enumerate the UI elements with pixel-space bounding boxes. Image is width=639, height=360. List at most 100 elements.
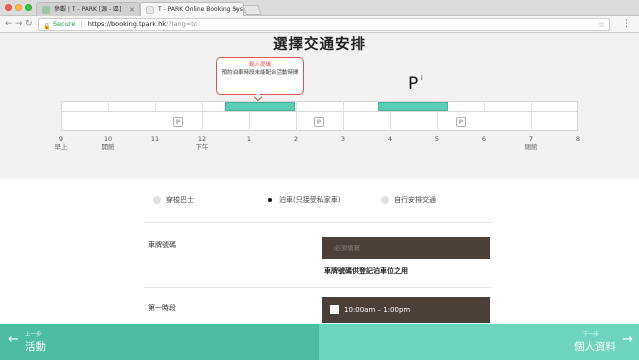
parking-slot-icon[interactable]: P xyxy=(314,117,324,127)
prev-step-button[interactable]: ← 上一步 活動 xyxy=(0,324,319,360)
plate-note: 車牌號碼供登記泊車位之用 xyxy=(324,267,408,275)
transport-header: 選擇交通安排 輸入提議 預約泊車時段未能配合活動時間 P i P P P 9 早上… xyxy=(0,33,639,179)
timeline-tooltip: 輸入提議 預約泊車時段未能配合活動時間 xyxy=(216,57,304,95)
tab-close-icon[interactable]: ✕ xyxy=(233,3,239,16)
timeline-divider xyxy=(155,101,156,112)
tooltip-title: 輸入提議 xyxy=(248,62,271,68)
tick-sub-label: 下午 xyxy=(195,143,209,151)
timeline-tick: 12 下午 xyxy=(187,135,217,151)
timeline-divider xyxy=(296,101,297,131)
page-title: 選擇交通安排 xyxy=(273,37,366,53)
tick-label: 12 xyxy=(197,135,207,143)
plate-number-input[interactable]: 必須填寫 xyxy=(322,237,490,259)
tab-close-icon[interactable]: ✕ xyxy=(129,3,135,16)
prev-step-hint: 上一步 xyxy=(25,332,42,338)
tick-sub-label: 閉館 xyxy=(524,143,538,151)
tick-label: 1 xyxy=(246,135,252,143)
tooltip-body: 預約泊車時段未能配合活動時間 xyxy=(221,69,299,76)
tick-label: 6 xyxy=(481,135,487,143)
tick-label: 10 xyxy=(103,135,113,143)
timeline-tick: 7 閉館 xyxy=(516,135,546,151)
next-step-button[interactable]: 下一步 個人資料 → xyxy=(319,324,639,360)
url-query: /?lang=tc xyxy=(166,20,198,28)
tick-label: 11 xyxy=(150,135,160,143)
timeline-divider xyxy=(108,101,109,112)
browser-tab-1[interactable]: 參觀 | T - PARK [源 - 區] ✕ xyxy=(36,2,140,16)
forward-arrow-icon[interactable]: → xyxy=(15,18,23,30)
minimize-window-icon[interactable] xyxy=(15,4,22,11)
radio-shuttle-bus[interactable]: 穿梭巴士 xyxy=(153,195,194,205)
timeline-divider xyxy=(343,101,344,131)
radio-label: 自行安排交通 xyxy=(394,196,436,204)
timeline-tick: 3 xyxy=(328,135,358,143)
next-step-hint: 下一步 xyxy=(582,332,599,338)
close-window-icon[interactable] xyxy=(5,4,12,11)
radio-self-arranged[interactable]: 自行安排交通 xyxy=(381,195,436,205)
time-slot-option[interactable]: 10:00am – 1:00pm xyxy=(322,297,490,323)
arrow-left-icon: ← xyxy=(8,332,19,347)
slot-label: 第一時段 xyxy=(148,304,176,312)
timeline-tick: 9 早上 xyxy=(46,135,76,151)
tick-label: 3 xyxy=(340,135,346,143)
browser-menu-icon[interactable]: ⋮ xyxy=(622,18,631,30)
next-step-label: 個人資料 xyxy=(574,341,616,353)
radio-dot-selected[interactable] xyxy=(266,196,274,204)
form-divider xyxy=(144,222,492,223)
url-host: https://booking.tpark.hk xyxy=(87,20,167,28)
parking-time-segment[interactable] xyxy=(378,102,448,111)
timeline-divider xyxy=(531,101,532,131)
parking-indicator-sup: i xyxy=(421,75,423,82)
browser-tab-bar: 參觀 | T - PARK [源 - 區] ✕ T - PARK Online … xyxy=(0,0,639,16)
page-favicon-icon xyxy=(146,6,154,14)
radio-dot[interactable] xyxy=(381,196,389,204)
slot-checkbox[interactable] xyxy=(330,305,339,314)
slot-value: 10:00am – 1:00pm xyxy=(344,306,411,314)
radio-parking[interactable]: 泊車(只接受私家車) xyxy=(266,195,340,205)
browser-address-bar: ← → ↻ 🔒 Secure | https://booking.tpark.h… xyxy=(0,16,639,33)
tick-label: 8 xyxy=(575,135,581,143)
arrow-right-icon: → xyxy=(622,332,633,347)
timeline-tick: 10 開館 xyxy=(93,135,123,151)
url-field[interactable]: 🔒 Secure | https://booking.tpark.hk/?lan… xyxy=(38,18,610,31)
lock-icon: 🔒 xyxy=(43,23,51,30)
back-arrow-icon[interactable]: ← xyxy=(5,18,13,30)
new-tab-button[interactable] xyxy=(242,5,262,15)
timeline-divider xyxy=(484,101,485,112)
secure-label: Secure xyxy=(53,20,76,28)
timeline-tick: 11 xyxy=(140,135,170,143)
site-favicon-icon xyxy=(42,6,50,14)
plate-label: 車牌號碼 xyxy=(148,241,176,249)
tick-sub-label: 早上 xyxy=(54,143,68,151)
radio-label: 泊車(只接受私家車) xyxy=(279,196,341,204)
bookmark-star-icon[interactable]: ☆ xyxy=(598,19,605,30)
prev-step-label: 活動 xyxy=(25,341,46,353)
tick-label: 2 xyxy=(293,135,299,143)
reload-icon[interactable]: ↻ xyxy=(25,18,33,30)
time-slot-timeline: P P P xyxy=(61,101,578,131)
event-time-segment[interactable] xyxy=(225,102,295,111)
parking-indicator-icon: P xyxy=(408,74,419,94)
tab-title: T - PARK Online Booking Sys xyxy=(158,6,243,13)
tick-sub-label: 開館 xyxy=(101,143,115,151)
tick-label: 5 xyxy=(434,135,440,143)
tick-label: 7 xyxy=(528,135,534,143)
maximize-window-icon[interactable] xyxy=(25,4,32,11)
browser-tab-2[interactable]: T - PARK Online Booking Sys ✕ xyxy=(140,2,244,16)
tick-label: 9 xyxy=(58,135,64,143)
transport-form: 穿梭巴士 泊車(只接受私家車) 自行安排交通 車牌號碼 必須填寫 車牌號碼供登記… xyxy=(0,179,639,324)
timeline-tick: 2 xyxy=(281,135,311,143)
tab-title: 參觀 | T - PARK [源 - 區] xyxy=(54,6,122,13)
timeline-tick: 4 xyxy=(375,135,405,143)
form-divider xyxy=(144,287,492,288)
timeline-slot-row xyxy=(61,101,578,112)
timeline-divider xyxy=(202,101,203,131)
parking-slot-icon[interactable]: P xyxy=(173,117,183,127)
timeline-tick: 8 xyxy=(563,135,593,143)
timeline-tick: 6 xyxy=(469,135,499,143)
tick-label: 4 xyxy=(387,135,393,143)
url-separator: | xyxy=(80,20,83,28)
radio-dot[interactable] xyxy=(153,196,161,204)
timeline-tick: 5 xyxy=(422,135,452,143)
timeline-tick: 1 xyxy=(234,135,264,143)
parking-slot-icon[interactable]: P xyxy=(456,117,466,127)
